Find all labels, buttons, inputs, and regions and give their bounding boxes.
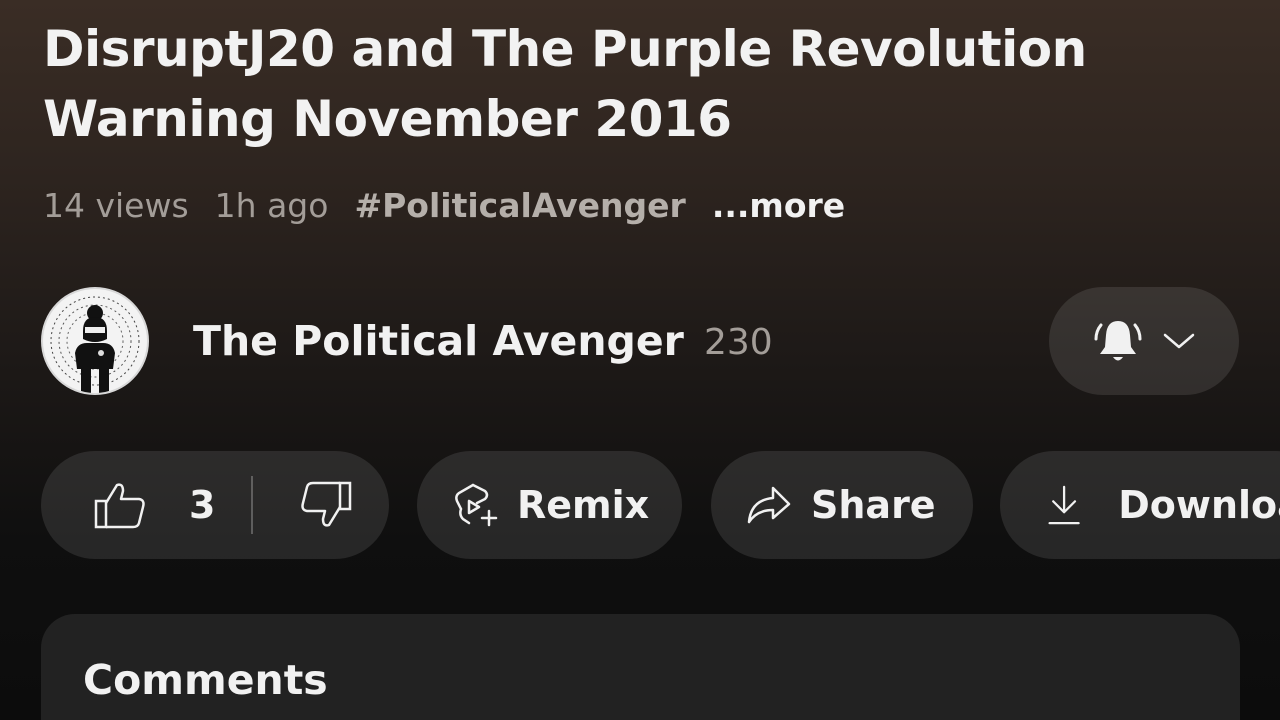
- avatar-figure-icon: [50, 296, 140, 393]
- more-link[interactable]: ...more: [712, 186, 845, 225]
- download-button[interactable]: Download: [1000, 451, 1280, 559]
- channel-name[interactable]: The Political Avenger: [193, 317, 684, 365]
- notification-bell-button[interactable]: [1049, 287, 1239, 395]
- video-title: DisruptJ20 and The Purple Revolution War…: [43, 14, 1243, 154]
- like-divider: [251, 476, 254, 534]
- channel-avatar[interactable]: [41, 287, 149, 395]
- bell-all-notifications-icon: [1094, 321, 1142, 361]
- hashtag-link[interactable]: #PoliticalAvenger: [354, 186, 685, 225]
- remix-label: Remix: [517, 483, 650, 527]
- comments-panel[interactable]: Comments: [41, 614, 1240, 720]
- channel-row: The Political Avenger 230: [41, 287, 1241, 397]
- remix-icon: [455, 483, 498, 527]
- video-title-line-1: DisruptJ20 and The Purple Revolution: [43, 20, 1087, 78]
- like-count: 3: [189, 483, 216, 527]
- download-icon: [1048, 485, 1080, 525]
- chevron-down-icon: [1163, 333, 1195, 349]
- thumbs-down-icon[interactable]: [297, 479, 353, 531]
- thumbs-up-icon[interactable]: [93, 479, 149, 531]
- like-dislike-group: 3: [41, 451, 389, 559]
- video-title-line-2: Warning November 2016: [43, 90, 732, 148]
- share-label: Share: [811, 483, 936, 527]
- upload-age: 1h ago: [214, 185, 329, 225]
- subscriber-count: 230: [704, 322, 773, 363]
- view-count: 14 views: [43, 185, 189, 225]
- remix-button[interactable]: Remix: [417, 451, 682, 559]
- share-button[interactable]: Share: [711, 451, 973, 559]
- download-label: Download: [1118, 483, 1280, 527]
- comments-title: Comments: [83, 656, 328, 704]
- share-arrow-icon: [747, 486, 791, 524]
- video-meta[interactable]: 14 views 1h ago #PoliticalAvenger ...mor…: [43, 184, 845, 226]
